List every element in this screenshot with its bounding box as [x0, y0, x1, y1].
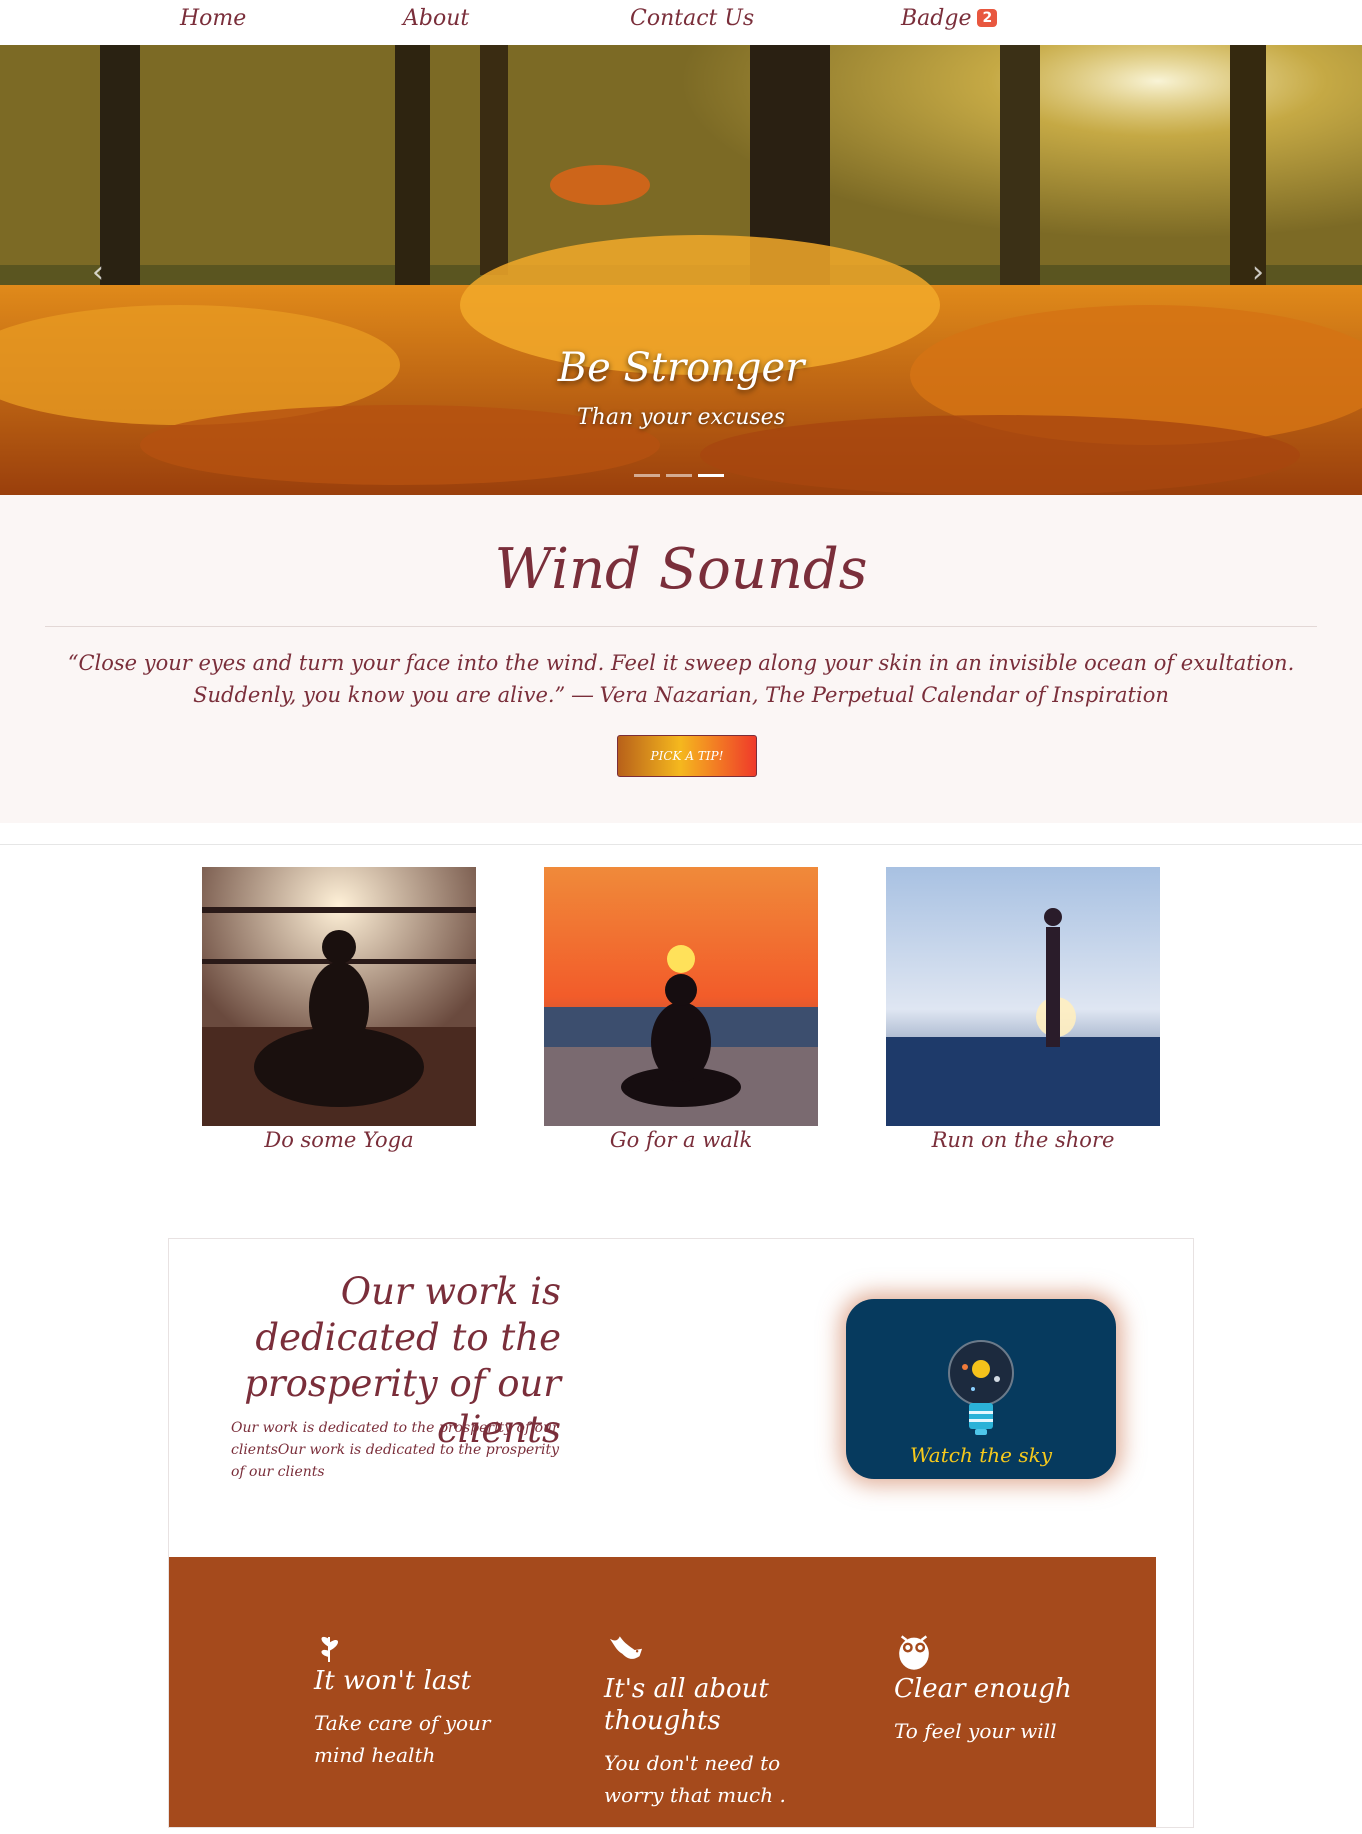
- nav-contact[interactable]: Contact Us: [630, 6, 754, 31]
- carousel-indicator-3[interactable]: [698, 474, 724, 477]
- card-caption: Go for a walk: [609, 1128, 753, 1152]
- nav-home[interactable]: Home: [180, 6, 246, 31]
- feature-text: You don't need to worry that much .: [604, 1751, 786, 1807]
- carousel-indicators: [634, 462, 730, 481]
- carousel-indicator-2[interactable]: [666, 474, 692, 477]
- wind-sounds-section: Wind Sounds “Close your eyes and turn yo…: [0, 495, 1362, 823]
- nav-badge[interactable]: Badge 2: [901, 6, 998, 31]
- card-yoga: Do some Yoga: [202, 867, 476, 1152]
- card-walk: Go for a walk: [544, 867, 818, 1152]
- lightbulb-icon: [948, 1340, 1014, 1435]
- feature-title: Clear enough: [894, 1674, 1072, 1704]
- nav-badge-label: Badge: [901, 6, 972, 31]
- feature-item: Clear enough To feel your will: [894, 1629, 1124, 1747]
- hero-title: Be Stronger: [557, 345, 805, 391]
- badge-count: 2: [977, 9, 998, 27]
- nav-about[interactable]: About: [403, 6, 469, 31]
- carousel-prev-icon[interactable]: ‹: [92, 255, 104, 290]
- shore-image: [886, 867, 1160, 1126]
- wind-sounds-title: Wind Sounds: [494, 537, 868, 602]
- card-caption: Do some Yoga: [264, 1128, 414, 1152]
- hero-carousel: ‹ › Be Stronger Than your excuses: [0, 45, 1362, 495]
- watch-the-sky-card[interactable]: Watch the sky: [846, 1299, 1116, 1479]
- leaf-icon: [321, 1636, 339, 1662]
- section-divider: [0, 844, 1362, 845]
- divider: [45, 626, 1317, 627]
- card-shore: Run on the shore: [886, 867, 1160, 1152]
- pick-a-tip-button[interactable]: PICK A TIP!: [617, 735, 757, 777]
- top-nav: Home About Contact Us Badge 2: [0, 0, 1362, 45]
- feature-text: To feel your will: [894, 1719, 1057, 1743]
- owl-icon: [899, 1635, 929, 1670]
- wind-quote: “Close your eyes and turn your face into…: [67, 651, 1295, 707]
- feature-item: It's all about thoughts You don't need t…: [604, 1629, 834, 1811]
- feature-title: It's all about thoughts: [604, 1674, 769, 1736]
- features-band: It won't last Take care of your mind hea…: [169, 1557, 1156, 1827]
- walk-image: [544, 867, 818, 1126]
- feature-item: It won't last Take care of your mind hea…: [314, 1629, 544, 1771]
- card-caption: Run on the shore: [931, 1128, 1115, 1152]
- watch-the-sky-label: Watch the sky: [909, 1443, 1052, 1467]
- carousel-next-icon[interactable]: ›: [1252, 255, 1264, 290]
- carousel-indicator-1[interactable]: [634, 474, 660, 477]
- dove-icon: [609, 1636, 643, 1659]
- feature-title: It won't last: [314, 1666, 472, 1696]
- hero-subtitle: Than your excuses: [577, 405, 785, 430]
- dedicated-section: Our work is dedicated to the prosperity …: [168, 1238, 1194, 1828]
- dedicated-text: Our work is dedicated to the prosperity …: [231, 1420, 559, 1480]
- feature-text: Take care of your mind health: [314, 1711, 491, 1767]
- yoga-image: [202, 867, 476, 1126]
